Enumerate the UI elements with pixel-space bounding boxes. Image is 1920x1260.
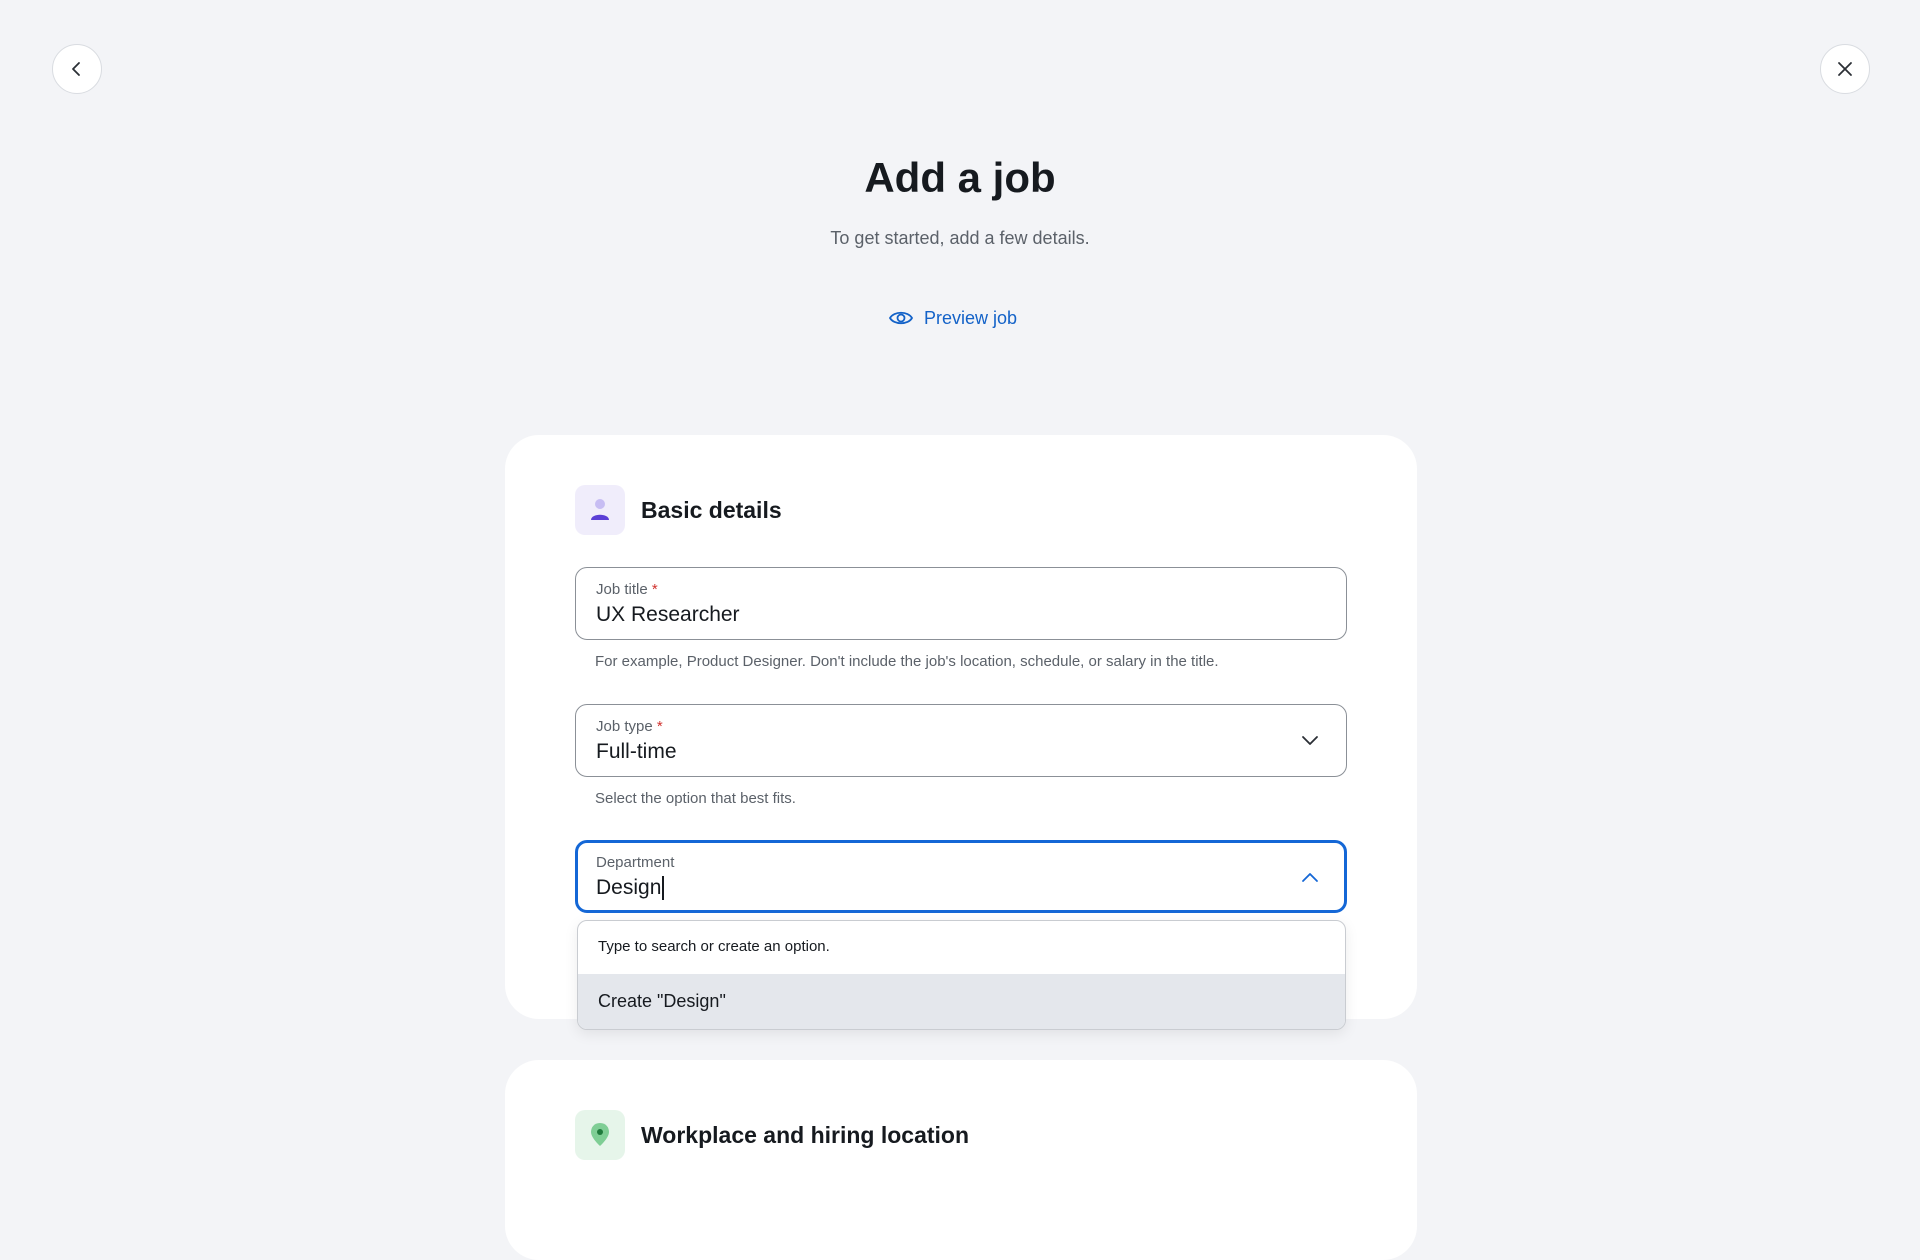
page-title: Add a job [864, 154, 1056, 201]
chevron-down-icon[interactable] [1300, 731, 1320, 751]
department-dropdown: Type to search or create an option. Crea… [577, 920, 1346, 1030]
dropdown-hint: Type to search or create an option. [598, 938, 830, 955]
workplace-header: Workplace and hiring location [575, 1110, 969, 1160]
required-mark: * [651, 581, 658, 598]
back-button[interactable] [52, 44, 102, 94]
basic-details-header: Basic details [575, 485, 782, 535]
job-title-value: UX Researcher [596, 603, 740, 626]
close-button[interactable] [1820, 44, 1870, 94]
job-title-field[interactable]: Job title * UX Researcher [575, 567, 1347, 640]
department-label: Department [596, 854, 675, 871]
eye-icon [889, 311, 913, 325]
job-title-help: For example, Product Designer. Don't inc… [595, 653, 1219, 670]
chevron-up-icon[interactable] [1300, 867, 1320, 887]
create-option[interactable]: Create "Design" [578, 974, 1345, 1029]
workplace-title: Workplace and hiring location [641, 1121, 970, 1148]
page-subtitle: To get started, add a few details. [830, 228, 1090, 248]
job-type-select[interactable]: Job type * Full-time [575, 704, 1347, 777]
preview-job-link[interactable]: Preview job [888, 304, 1017, 332]
location-pin-icon [575, 1110, 625, 1160]
job-type-label: Job type * [596, 718, 663, 735]
preview-job-label: Preview job [924, 307, 1018, 328]
job-type-label-text: Job type [596, 718, 653, 735]
job-type-help: Select the option that best fits. [595, 790, 796, 807]
close-icon [1838, 62, 1852, 76]
create-option-label: Create "Design" [598, 991, 726, 1011]
department-input-value: Design [596, 876, 662, 899]
person-icon [575, 485, 625, 535]
job-title-label-text: Job title [596, 581, 648, 598]
basic-details-title: Basic details [641, 496, 782, 523]
job-type-value: Full-time [596, 740, 677, 763]
department-combobox[interactable]: Department Design [575, 840, 1347, 913]
department-input[interactable]: Design [596, 876, 665, 900]
job-title-label: Job title * [596, 581, 658, 598]
chevron-left-icon [72, 62, 80, 76]
workplace-card: Workplace and hiring location [505, 1060, 1417, 1260]
required-mark: * [656, 718, 663, 735]
text-caret [662, 876, 665, 900]
